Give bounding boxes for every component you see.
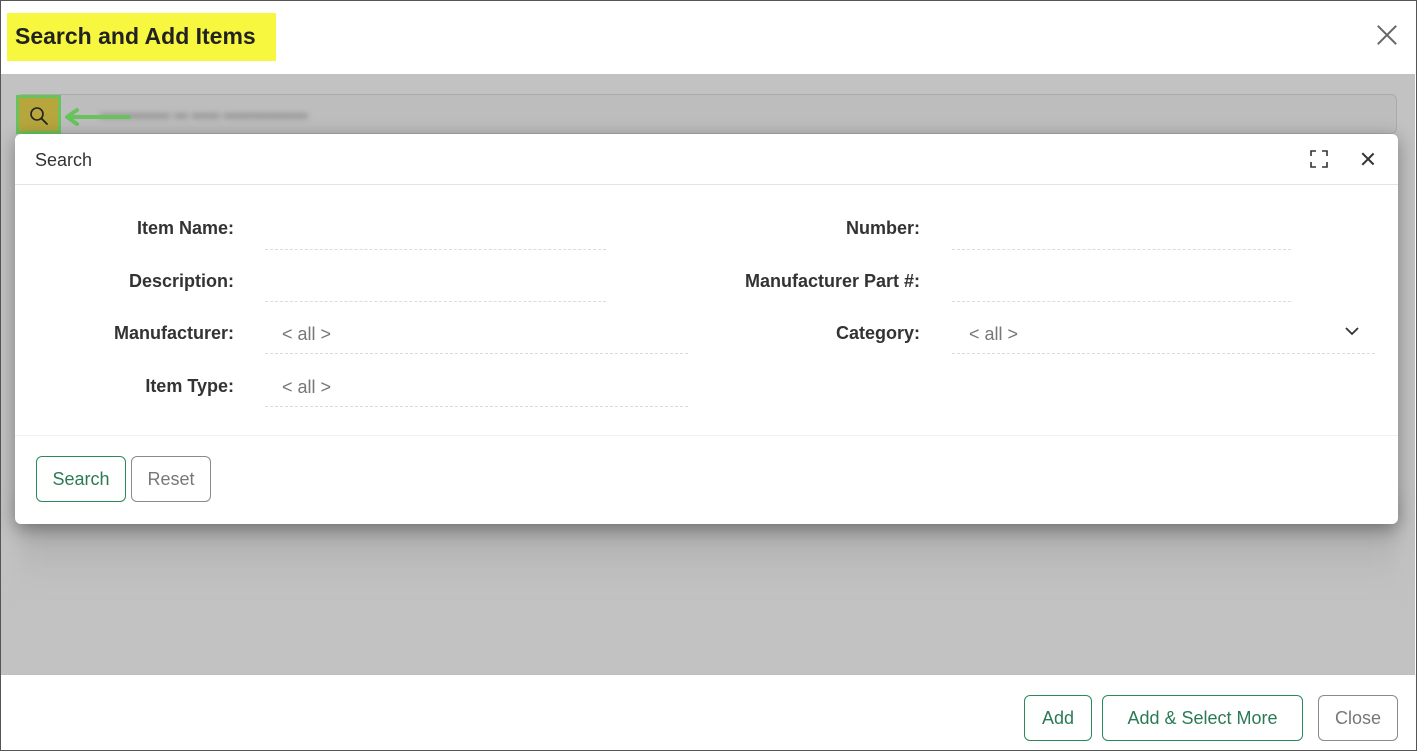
dialog-close-icon[interactable] xyxy=(1372,20,1402,50)
number-label: Number: xyxy=(845,218,920,238)
item-name-label: Item Name: xyxy=(136,218,234,238)
category-label: Category: xyxy=(835,323,920,343)
modal-close-icon[interactable] xyxy=(1359,150,1377,168)
manufacturer-part-input[interactable] xyxy=(952,264,1291,302)
search-modal: Search Item Name: Number: Description: M… xyxy=(15,134,1398,524)
modal-title: Search xyxy=(35,150,93,170)
item-type-label: Item Type: xyxy=(145,376,234,396)
description-label: Description: xyxy=(128,271,234,291)
dialog-footer: Add Add & Select More Close xyxy=(1,674,1415,750)
item-name-input[interactable] xyxy=(265,212,606,250)
number-input[interactable] xyxy=(952,212,1291,250)
modal-footer-divider xyxy=(15,435,1398,436)
expand-icon[interactable] xyxy=(1310,150,1328,168)
add-button[interactable]: Add xyxy=(1024,695,1092,741)
search-button[interactable]: Search xyxy=(36,456,126,502)
chevron-down-icon[interactable] xyxy=(1345,324,1359,338)
reset-button[interactable]: Reset xyxy=(131,456,211,502)
add-select-more-button[interactable]: Add & Select More xyxy=(1102,695,1303,741)
search-icon-button[interactable] xyxy=(16,95,61,134)
dialog-title: Search and Add Items xyxy=(15,23,256,49)
modal-header: Search xyxy=(15,134,1398,185)
manufacturer-part-label: Manufacturer Part #: xyxy=(744,271,920,291)
search-icon xyxy=(30,107,48,125)
close-button[interactable]: Close xyxy=(1318,695,1398,741)
manufacturer-label: Manufacturer: xyxy=(113,323,234,343)
category-select[interactable]: < all > xyxy=(952,316,1375,354)
annotation-arrow-icon xyxy=(65,108,131,126)
item-type-select[interactable]: < all > xyxy=(265,369,688,407)
description-input[interactable] xyxy=(265,264,606,302)
